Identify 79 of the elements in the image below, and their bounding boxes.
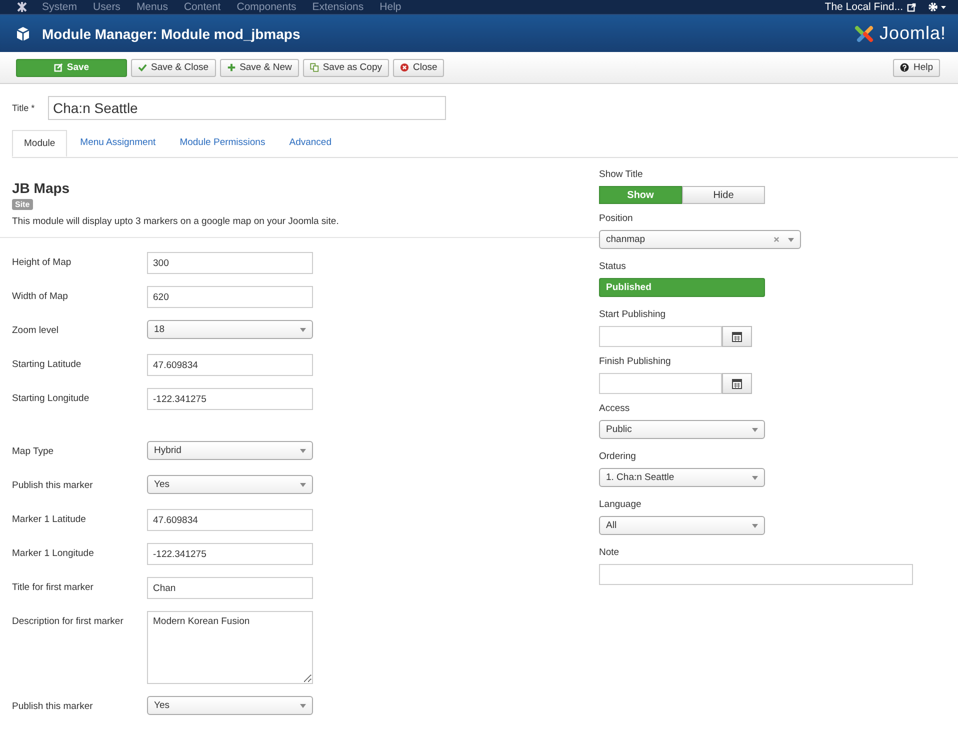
- calendar-icon: [732, 332, 742, 342]
- tab[interactable]: Module: [12, 130, 68, 157]
- field-label: Title for first marker: [12, 581, 94, 593]
- menu-item[interactable]: Users: [93, 1, 120, 13]
- dropdown[interactable]: All: [599, 516, 765, 535]
- field-label: Zoom level: [12, 324, 60, 336]
- close-icon: [400, 63, 409, 72]
- check-icon: [138, 63, 147, 72]
- tab[interactable]: Menu Assignment: [69, 130, 167, 157]
- menu-item[interactable]: Help: [380, 1, 402, 13]
- field-label: Publish this marker: [12, 479, 94, 491]
- dropdown[interactable]: Hybrid: [147, 441, 313, 460]
- dropdown[interactable]: 1. Cha:n Seattle: [599, 468, 765, 487]
- menu-item[interactable]: Menus: [136, 1, 168, 13]
- field-label: Publish this marker: [12, 700, 94, 712]
- dropdown[interactable]: 18: [147, 320, 313, 339]
- module-description: This module will display upto 3 markers on a google map on your Joomla site.: [12, 216, 340, 227]
- settings-icon[interactable]: [928, 2, 948, 12]
- option-label: Ordering: [599, 451, 636, 462]
- toolbar-button[interactable]: Close: [393, 58, 444, 76]
- text-field[interactable]: 47.609834: [147, 509, 313, 531]
- help-icon: [900, 63, 910, 72]
- menu-item[interactable]: Components: [236, 1, 296, 13]
- title-field[interactable]: Cha:n Seattle: [48, 96, 446, 120]
- option-label: Language: [599, 499, 642, 510]
- toolbar-button[interactable]: Save & New: [220, 58, 299, 76]
- field-label: Starting Longitude: [12, 392, 90, 404]
- module-name: JB Maps: [12, 180, 71, 196]
- copy-icon: [310, 63, 319, 72]
- cube-icon: [15, 26, 31, 42]
- dropdown[interactable]: chanmap: [599, 230, 801, 249]
- calendar-icon: [732, 378, 742, 388]
- help-button[interactable]: Help: [893, 58, 940, 76]
- field-label: Map Type: [12, 445, 55, 457]
- text-field[interactable]: Chan: [147, 577, 313, 599]
- field-label: Height of Map: [12, 256, 72, 268]
- option-label: Status: [599, 261, 626, 272]
- dropdown[interactable]: Yes: [147, 475, 313, 494]
- field-label: Starting Latitude: [12, 358, 82, 370]
- toolbar-button[interactable]: Save as Copy: [302, 58, 389, 76]
- note-field[interactable]: [599, 564, 913, 585]
- option-label: Position: [599, 213, 633, 224]
- option-label: Note: [599, 547, 620, 558]
- text-field[interactable]: -122.341275: [147, 388, 313, 410]
- field-label: Width of Map: [12, 290, 69, 302]
- field-label: Description for first marker: [12, 615, 124, 627]
- site-badge: Site: [12, 199, 33, 210]
- menu-item[interactable]: System: [42, 1, 78, 13]
- date-field[interactable]: [599, 326, 722, 347]
- toggle-button[interactable]: Hide: [682, 186, 765, 204]
- site-link[interactable]: The Local Find...: [824, 1, 903, 13]
- clear-icon[interactable]: [773, 236, 780, 243]
- menu-item[interactable]: Extensions: [312, 1, 364, 13]
- option-label: Show Title: [599, 169, 643, 180]
- dropdown[interactable]: Public: [599, 420, 765, 439]
- title-label: Title *: [12, 103, 36, 113]
- date-field[interactable]: [599, 373, 722, 394]
- text-field[interactable]: 620: [147, 286, 313, 308]
- text-area[interactable]: Modern Korean Fusion: [147, 611, 313, 684]
- plus-icon: [226, 63, 236, 72]
- logo-text: Joomla!: [879, 23, 946, 44]
- option-label: Start Publishing: [599, 309, 666, 320]
- edit-icon: [54, 63, 63, 72]
- tab[interactable]: Advanced: [278, 130, 342, 157]
- page-title: Module Manager: Module mod_jbmaps: [42, 26, 300, 42]
- option-label: Finish Publishing: [599, 356, 671, 367]
- option-label: Access: [599, 403, 630, 414]
- toolbar-button[interactable]: Save & Close: [131, 58, 216, 76]
- calendar-button[interactable]: [722, 373, 752, 394]
- text-field[interactable]: 47.609834: [147, 354, 313, 376]
- field-label: Marker 1 Longitude: [12, 547, 95, 559]
- external-link-icon: [907, 2, 916, 12]
- calendar-button[interactable]: [722, 326, 752, 347]
- text-field[interactable]: -122.341275: [147, 543, 313, 565]
- menu-item[interactable]: Content: [184, 1, 221, 13]
- dropdown[interactable]: Yes: [147, 696, 313, 715]
- text-field[interactable]: 300: [147, 252, 313, 274]
- field-label: Marker 1 Latitude: [12, 513, 87, 525]
- tab[interactable]: Module Permissions: [168, 130, 276, 157]
